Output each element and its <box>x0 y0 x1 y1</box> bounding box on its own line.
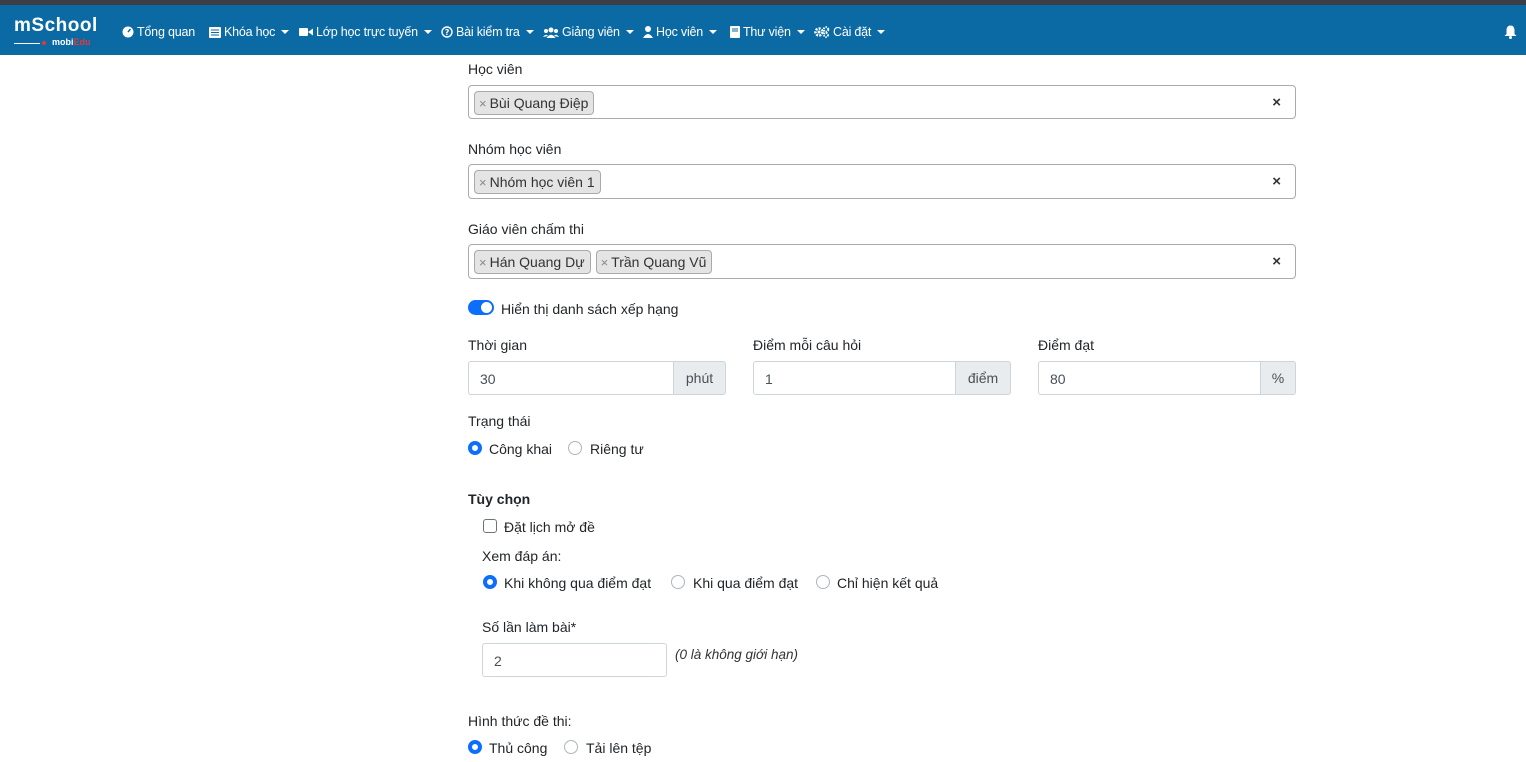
view-answers-result-only-label[interactable]: Chỉ hiện kết quả <box>837 575 938 591</box>
chevron-down-icon <box>625 30 634 34</box>
tag-remove-icon[interactable]: × <box>479 255 487 270</box>
chevron-down-icon <box>709 30 718 34</box>
user-icon <box>642 26 653 38</box>
pass-score-unit: % <box>1260 361 1296 395</box>
nav-label: Thư viện <box>743 25 791 39</box>
toggle-knob <box>481 302 492 313</box>
nav-label: Lớp học trực tuyến <box>316 25 418 39</box>
exam-format-label: Hình thức đề thi: <box>468 713 572 729</box>
nav-item-tests[interactable]: ? Bài kiểm tra <box>440 22 534 42</box>
status-label: Trạng thái <box>468 413 531 429</box>
svg-text:?: ? <box>444 28 449 37</box>
chevron-down-icon <box>877 30 886 34</box>
clear-icon[interactable]: × <box>1272 253 1281 270</box>
attempts-hint: (0 là không giới hạn) <box>675 647 798 662</box>
schedule-label[interactable]: Đặt lịch mở đề <box>504 519 595 535</box>
exam-format-upload-radio[interactable] <box>564 740 578 754</box>
grader-tag: × Hán Quang Dự <box>474 250 591 274</box>
options-title: Tùy chọn <box>468 491 531 507</box>
pass-score-label: Điểm đạt <box>1038 337 1095 353</box>
chevron-down-icon <box>281 30 290 34</box>
users-icon <box>542 26 559 38</box>
cogs-icon <box>814 26 830 38</box>
exam-format-upload-label[interactable]: Tải lên tệp <box>586 740 651 756</box>
graders-select[interactable]: × Hán Quang Dự × Trần Quang Vũ × <box>468 244 1296 279</box>
nav-item-students[interactable]: Học viên <box>642 22 718 42</box>
students-select[interactable]: × Bùi Quang Điệp × <box>468 85 1296 119</box>
pass-score-input[interactable]: 80 <box>1038 361 1261 395</box>
student-tag: × Bùi Quang Điệp <box>474 91 595 115</box>
view-answers-result-only-radio[interactable] <box>816 575 830 589</box>
nav-label: Cài đặt <box>833 25 872 39</box>
clear-icon[interactable]: × <box>1272 173 1281 190</box>
points-per-question-input[interactable]: 1 <box>753 361 956 395</box>
nav-item-settings[interactable]: Cài đặt <box>814 22 886 42</box>
status-public-radio[interactable] <box>468 441 482 455</box>
view-answers-fail-radio[interactable] <box>483 575 497 589</box>
student-groups-label: Nhóm học viên <box>468 141 562 157</box>
nav-item-teachers[interactable]: Giảng viên <box>542 22 634 42</box>
exam-format-manual-radio[interactable] <box>468 740 482 754</box>
nav-label: Bài kiểm tra <box>456 25 520 39</box>
chevron-down-icon <box>525 30 534 34</box>
duration-label: Thời gian <box>468 337 527 353</box>
logo-main-text: mSchool <box>14 15 98 36</box>
students-label: Học viên <box>468 61 523 77</box>
nav-item-courses[interactable]: Khóa học <box>208 22 290 42</box>
student-groups-select[interactable]: × Nhóm học viên 1 × <box>468 164 1296 199</box>
clear-icon[interactable]: × <box>1272 94 1281 111</box>
ranking-toggle[interactable] <box>468 300 494 315</box>
question-circle-icon: ? <box>440 26 453 38</box>
brand-logo[interactable]: mSchool mobiEdu <box>14 15 104 47</box>
tag-remove-icon[interactable]: × <box>601 255 609 270</box>
ranking-label: Hiển thị danh sách xếp hạng <box>501 301 679 317</box>
view-answers-fail-label[interactable]: Khi không qua điểm đạt <box>504 575 651 591</box>
chevron-down-icon <box>796 30 805 34</box>
logo-sub-text: mobiEdu <box>52 37 91 47</box>
nav-label: Tổng quan <box>137 25 195 39</box>
attempts-label: Số lần làm bài* <box>482 619 577 635</box>
logo-line <box>14 43 40 44</box>
tag-remove-icon[interactable]: × <box>479 175 487 190</box>
points-unit: điểm <box>955 361 1011 395</box>
nav-item-online-class[interactable]: Lớp học trực tuyến <box>298 22 432 42</box>
dashboard-icon <box>121 26 134 38</box>
status-private-radio[interactable] <box>568 441 582 455</box>
graders-label: Giáo viên chấm thi <box>468 221 584 237</box>
logo-dot <box>42 41 46 45</box>
student-group-tag: × Nhóm học viên 1 <box>474 170 601 194</box>
tag-remove-icon[interactable]: × <box>479 96 487 111</box>
nav-label: Khóa học <box>224 25 276 39</box>
nav-item-overview[interactable]: Tổng quan <box>121 22 195 42</box>
nav-label: Giảng viên <box>562 25 620 39</box>
top-navbar: mSchool mobiEdu Tổng quan Khóa học Lớp h… <box>0 5 1526 55</box>
grader-tag: × Trần Quang Vũ <box>595 250 713 274</box>
bell-icon[interactable] <box>1504 25 1517 44</box>
attempts-input[interactable]: 2 <box>482 643 667 677</box>
nav-item-library[interactable]: Thư viện <box>729 22 805 42</box>
view-answers-label: Xem đáp án: <box>482 548 562 564</box>
view-answers-pass-radio[interactable] <box>671 575 685 589</box>
chevron-down-icon <box>423 30 432 34</box>
exam-format-manual-label[interactable]: Thủ công <box>489 740 547 756</box>
book-icon <box>729 26 740 38</box>
schedule-checkbox[interactable] <box>483 519 497 533</box>
status-public-label[interactable]: Công khai <box>489 441 552 457</box>
list-icon <box>208 26 221 38</box>
nav-label: Học viên <box>656 25 704 39</box>
duration-unit: phút <box>673 361 726 395</box>
points-per-question-label: Điểm mỗi câu hỏi <box>753 337 862 353</box>
video-camera-icon <box>298 26 313 38</box>
duration-input[interactable]: 30 <box>468 361 674 395</box>
view-answers-pass-label[interactable]: Khi qua điểm đạt <box>693 575 798 591</box>
status-private-label[interactable]: Riêng tư <box>590 441 644 457</box>
